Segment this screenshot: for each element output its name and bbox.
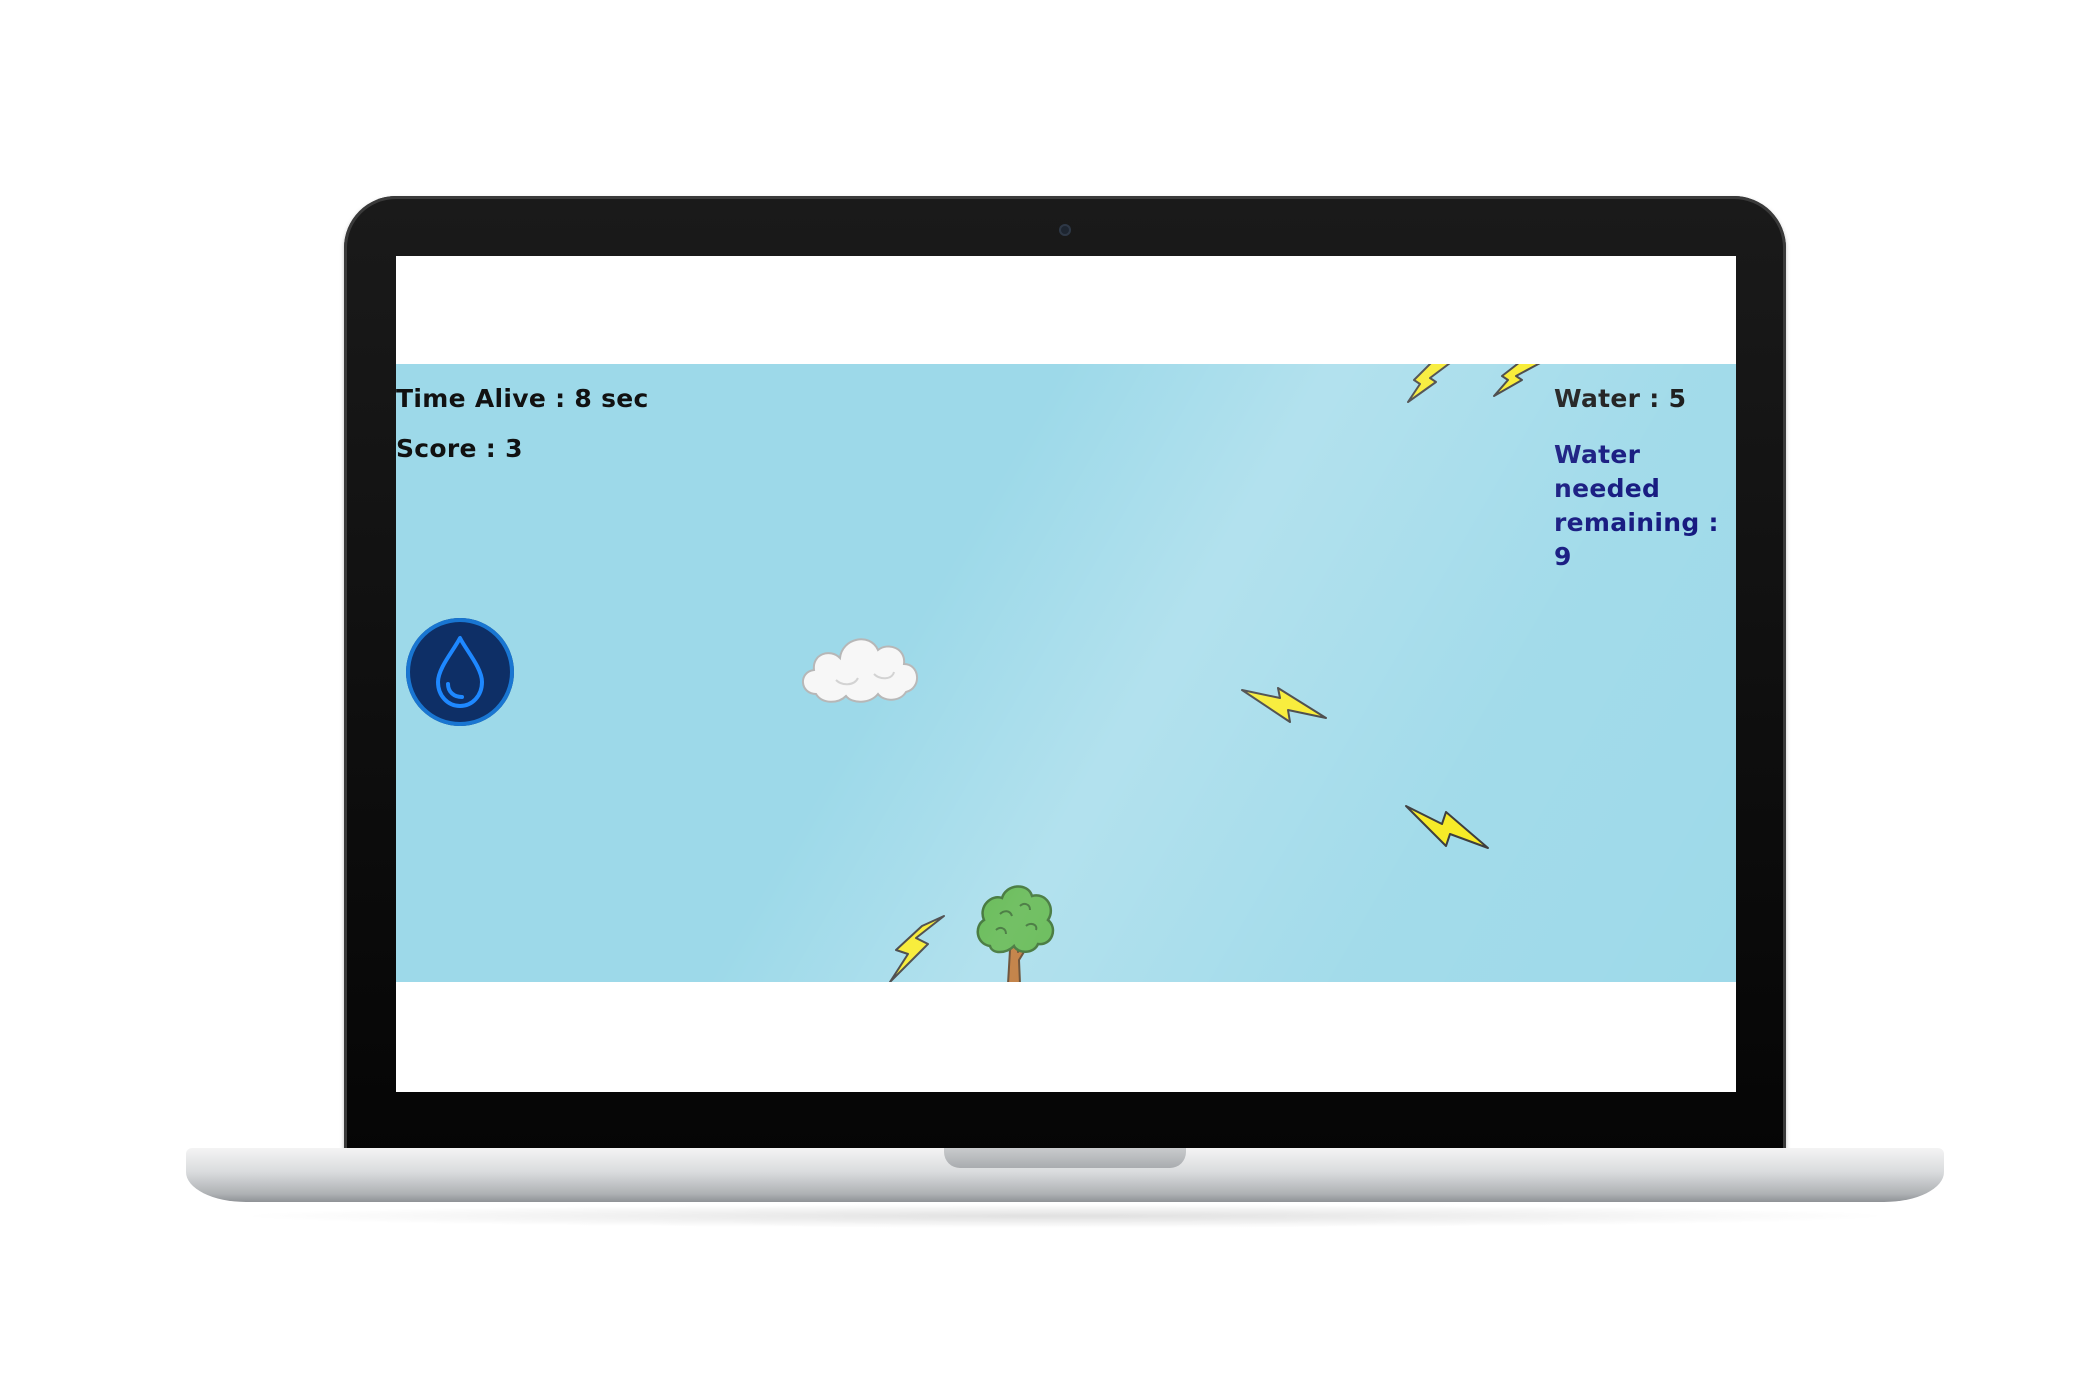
laptop-notch bbox=[944, 1148, 1186, 1168]
time-alive-label: Time Alive : 8 sec bbox=[396, 384, 649, 413]
tree-icon[interactable] bbox=[970, 880, 1058, 982]
lightning-bolt-icon bbox=[1407, 364, 1451, 403]
lightning-bolt-icon bbox=[1241, 687, 1327, 723]
water-count-label: Water : 5 bbox=[1554, 384, 1687, 413]
laptop-shadow bbox=[230, 1204, 1900, 1228]
laptop-mockup: Time Alive : 8 sec Score : 3 Water : 5 W… bbox=[0, 0, 2100, 1400]
camera-icon bbox=[1059, 224, 1071, 236]
water-button[interactable] bbox=[406, 618, 514, 726]
lightning-bolt-icon bbox=[1493, 364, 1541, 397]
lightning-bolt-icon bbox=[1405, 805, 1489, 849]
score-label: Score : 3 bbox=[396, 434, 523, 463]
game-canvas[interactable]: Time Alive : 8 sec Score : 3 Water : 5 W… bbox=[396, 364, 1736, 982]
lightning-bolt-icon bbox=[889, 915, 945, 982]
water-needed-label: Water needed remaining : 9 bbox=[1554, 440, 1719, 571]
water-drop-icon bbox=[436, 636, 484, 708]
cloud-icon bbox=[802, 638, 918, 703]
laptop-screen: Time Alive : 8 sec Score : 3 Water : 5 W… bbox=[396, 256, 1736, 1092]
